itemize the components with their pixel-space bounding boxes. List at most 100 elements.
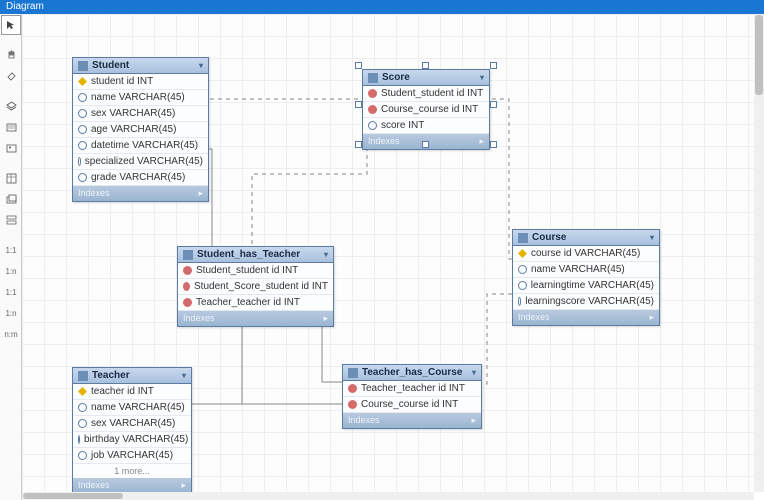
entity-header[interactable]: Course ▾ bbox=[513, 230, 659, 246]
column-icon bbox=[78, 173, 87, 182]
table-tool[interactable] bbox=[1, 168, 21, 188]
column-icon bbox=[368, 121, 377, 130]
table-icon bbox=[348, 368, 358, 378]
column-icon bbox=[78, 93, 87, 102]
entity-indexes[interactable]: Indexes▸ bbox=[73, 186, 208, 201]
column-row[interactable]: learningtime VARCHAR(45) bbox=[513, 278, 659, 294]
column-row[interactable]: Student_Score_student id INT bbox=[178, 279, 333, 295]
title-bar: Diagram bbox=[0, 0, 764, 14]
column-row[interactable]: specialized VARCHAR(45) bbox=[73, 154, 208, 170]
table-icon bbox=[368, 73, 378, 83]
column-icon bbox=[78, 109, 87, 118]
column-row[interactable]: birthday VARCHAR(45) bbox=[73, 432, 191, 448]
view-tool[interactable] bbox=[1, 189, 21, 209]
chevron-down-icon[interactable]: ▾ bbox=[324, 250, 328, 259]
entity-header[interactable]: Teacher_has_Course ▾ bbox=[343, 365, 481, 381]
diagram-canvas[interactable]: Student ▾ student id INT name VARCHAR(45)… bbox=[22, 14, 754, 492]
column-row[interactable]: grade VARCHAR(45) bbox=[73, 170, 208, 186]
foreign-key-icon bbox=[348, 400, 357, 409]
entity-student[interactable]: Student ▾ student id INT name VARCHAR(45)… bbox=[72, 57, 209, 202]
column-row[interactable]: name VARCHAR(45) bbox=[73, 400, 191, 416]
entity-course[interactable]: Course ▾ course id VARCHAR(45)name VARCH… bbox=[512, 229, 660, 326]
foreign-key-icon bbox=[368, 89, 377, 98]
column-row[interactable]: teacher id INT bbox=[73, 384, 191, 400]
column-icon bbox=[518, 297, 521, 306]
column-row[interactable]: Teacher_teacher id INT bbox=[178, 295, 333, 311]
vertical-scrollbar[interactable] bbox=[754, 14, 764, 492]
chevron-down-icon[interactable]: ▾ bbox=[182, 371, 186, 380]
horizontal-scrollbar[interactable] bbox=[22, 492, 754, 500]
routine-tool[interactable] bbox=[1, 210, 21, 230]
column-row[interactable]: name VARCHAR(45) bbox=[73, 90, 208, 106]
entity-header[interactable]: Score ▾ bbox=[363, 70, 489, 86]
chevron-right-icon: ▸ bbox=[181, 480, 186, 491]
column-row[interactable]: datetime VARCHAR(45) bbox=[73, 138, 208, 154]
rel-11b-tool[interactable]: 1:1 bbox=[1, 282, 21, 302]
rel-11-tool[interactable]: 1:1 bbox=[1, 240, 21, 260]
entity-title: Teacher bbox=[92, 370, 130, 381]
column-label: score INT bbox=[381, 120, 424, 131]
column-row[interactable]: age VARCHAR(45) bbox=[73, 122, 208, 138]
entity-indexes[interactable]: Indexes▸ bbox=[178, 311, 333, 326]
column-row[interactable]: Course_course id INT bbox=[363, 102, 489, 118]
column-label: Teacher_teacher id INT bbox=[361, 383, 465, 394]
entity-teacher[interactable]: Teacher ▾ teacher id INTname VARCHAR(45)… bbox=[72, 367, 192, 492]
rel-1nb-tool[interactable]: 1:n bbox=[1, 303, 21, 323]
note-tool[interactable] bbox=[1, 117, 21, 137]
foreign-key-icon bbox=[183, 282, 190, 291]
column-label: Student_student id INT bbox=[196, 265, 298, 276]
entity-more-link[interactable]: 1 more... bbox=[73, 464, 191, 478]
column-row[interactable]: student id INT bbox=[73, 74, 208, 90]
column-row[interactable]: course id VARCHAR(45) bbox=[513, 246, 659, 262]
key-icon bbox=[78, 77, 87, 86]
layer-tool[interactable] bbox=[1, 96, 21, 116]
entity-score[interactable]: Score ▾ Student_student id INTCourse_cou… bbox=[362, 69, 490, 150]
entity-indexes[interactable]: Indexes▸ bbox=[363, 134, 489, 149]
entity-header[interactable]: Teacher ▾ bbox=[73, 368, 191, 384]
entity-title: Student bbox=[92, 60, 129, 71]
column-row[interactable]: Course_course id INT bbox=[343, 397, 481, 413]
entity-header[interactable]: Student_has_Teacher ▾ bbox=[178, 247, 333, 263]
column-icon bbox=[78, 435, 80, 444]
chevron-down-icon[interactable]: ▾ bbox=[472, 368, 476, 377]
column-row[interactable]: learningscore VARCHAR(45) bbox=[513, 294, 659, 310]
column-icon bbox=[78, 157, 81, 166]
column-icon bbox=[78, 125, 87, 134]
chevron-right-icon: ▸ bbox=[198, 188, 203, 199]
key-icon bbox=[78, 387, 87, 396]
indexes-label: Indexes bbox=[183, 313, 215, 324]
rel-nm-tool[interactable]: n:m bbox=[1, 324, 21, 344]
entity-teacher-has-course[interactable]: Teacher_has_Course ▾ Teacher_teacher id … bbox=[342, 364, 482, 429]
indexes-label: Indexes bbox=[368, 136, 400, 147]
column-row[interactable]: score INT bbox=[363, 118, 489, 134]
scroll-thumb[interactable] bbox=[755, 15, 763, 95]
column-row[interactable]: Teacher_teacher id INT bbox=[343, 381, 481, 397]
column-row[interactable]: name VARCHAR(45) bbox=[513, 262, 659, 278]
rel-1n-tool[interactable]: 1:n bbox=[1, 261, 21, 281]
chevron-down-icon[interactable]: ▾ bbox=[650, 233, 654, 242]
entity-indexes[interactable]: Indexes▸ bbox=[513, 310, 659, 325]
column-row[interactable]: job VARCHAR(45) bbox=[73, 448, 191, 464]
column-row[interactable]: sex VARCHAR(45) bbox=[73, 106, 208, 122]
pointer-tool[interactable] bbox=[1, 15, 21, 35]
hand-tool[interactable] bbox=[1, 45, 21, 65]
image-tool[interactable] bbox=[1, 138, 21, 158]
eraser-tool[interactable] bbox=[1, 66, 21, 86]
column-row[interactable]: Student_student id INT bbox=[363, 86, 489, 102]
entity-header[interactable]: Student ▾ bbox=[73, 58, 208, 74]
chevron-down-icon[interactable]: ▾ bbox=[480, 73, 484, 82]
column-label: name VARCHAR(45) bbox=[91, 92, 185, 103]
chevron-right-icon: ▸ bbox=[649, 312, 654, 323]
entity-columns: teacher id INTname VARCHAR(45)sex VARCHA… bbox=[73, 384, 191, 464]
table-icon bbox=[183, 250, 193, 260]
key-icon bbox=[518, 249, 527, 258]
scroll-thumb[interactable] bbox=[23, 493, 123, 499]
column-row[interactable]: Student_student id INT bbox=[178, 263, 333, 279]
entity-indexes[interactable]: Indexes▸ bbox=[73, 478, 191, 492]
column-label: job VARCHAR(45) bbox=[91, 450, 173, 461]
column-row[interactable]: sex VARCHAR(45) bbox=[73, 416, 191, 432]
column-icon bbox=[78, 419, 87, 428]
chevron-down-icon[interactable]: ▾ bbox=[199, 61, 203, 70]
entity-indexes[interactable]: Indexes▸ bbox=[343, 413, 481, 428]
entity-student-has-teacher[interactable]: Student_has_Teacher ▾ Student_student id… bbox=[177, 246, 334, 327]
